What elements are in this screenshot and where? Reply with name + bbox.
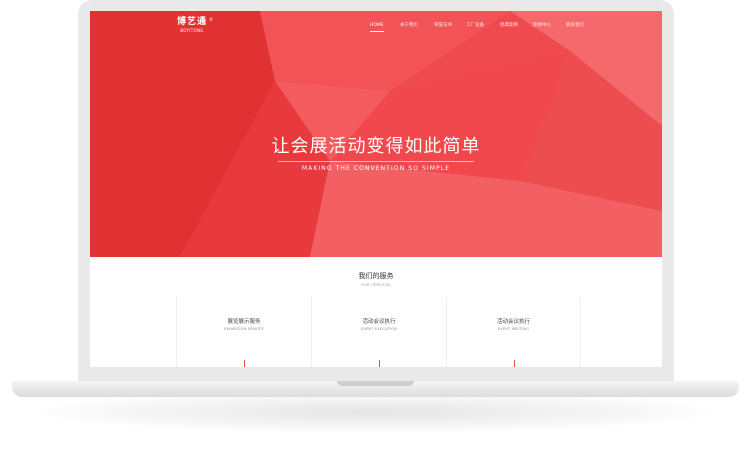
service-card-subtitle: EVENT MEETING xyxy=(497,327,530,331)
nav-item-cases[interactable]: 经典案例 xyxy=(500,23,518,29)
services-heading: 我们的服务 xyxy=(358,272,394,280)
services-subheading: OUR SERVICES xyxy=(361,283,391,287)
nav-item-about[interactable]: 关于我们 xyxy=(400,23,418,29)
service-card-accent-line xyxy=(514,360,515,367)
service-card-accent-line xyxy=(244,360,245,367)
laptop-notch xyxy=(337,381,414,386)
hero-background-polygons xyxy=(90,11,662,257)
nav-item-home[interactable]: HOME xyxy=(370,23,384,32)
logo-english-text: BOYITONG xyxy=(180,28,204,33)
service-card-title: 展览展示服务 xyxy=(227,319,261,325)
service-card-subtitle: EXHIBITION SERVICE xyxy=(224,327,264,331)
nav-item-label: 工厂设备 xyxy=(466,23,484,28)
nav-item-label: 经典案例 xyxy=(500,23,518,28)
service-card-title: 活动会议执行 xyxy=(496,319,530,325)
hero-title: 让会展活动变得如此简单 xyxy=(271,136,481,157)
top-navbar: 博艺通 BOYITONG ® HOME 关于我们 荣誉证书 工厂设备 经典案例 … xyxy=(90,11,662,47)
logo-chinese-text: 博艺通 xyxy=(176,17,207,27)
nav-item-label: 关于我们 xyxy=(400,23,418,28)
registered-mark: ® xyxy=(209,17,213,22)
service-card-event-meeting[interactable]: 活动会议执行 EVENT MEETING xyxy=(446,297,581,367)
nav-item-label: 新闻中心 xyxy=(533,23,551,28)
website-screen: 博艺通 BOYITONG ® HOME 关于我们 荣誉证书 工厂设备 经典案例 … xyxy=(90,11,662,367)
hero-subtitle: MAKING THE CONVENTION SO SIMPLE xyxy=(301,165,451,172)
service-card-title: 活动会议执行 xyxy=(362,319,396,325)
hero-banner: 博艺通 BOYITONG ® HOME 关于我们 荣誉证书 工厂设备 经典案例 … xyxy=(90,11,662,257)
nav-active-indicator xyxy=(370,31,384,32)
hero-divider xyxy=(278,161,474,162)
service-card-event-execution[interactable]: 活动会议执行 EVENT EXECUTION xyxy=(311,297,446,367)
nav-item-equipment[interactable]: 工厂设备 xyxy=(466,23,484,29)
service-card-accent-line xyxy=(379,360,380,367)
nav-item-news[interactable]: 新闻中心 xyxy=(533,23,551,29)
device-shadow xyxy=(40,392,710,432)
nav-item-contact[interactable]: 联系我们 xyxy=(566,23,584,29)
nav-item-honors[interactable]: 荣誉证书 xyxy=(434,23,452,29)
nav-item-label: HOME xyxy=(370,23,384,28)
nav-item-label: 联系我们 xyxy=(566,23,584,28)
nav-item-label: 荣誉证书 xyxy=(434,23,452,28)
service-card-exhibition[interactable]: 展览展示服务 EXHIBITION SERVICE xyxy=(176,297,311,367)
brand-logo[interactable]: 博艺通 BOYITONG ® xyxy=(174,17,213,39)
service-card-subtitle: EVENT EXECUTION xyxy=(360,327,398,331)
